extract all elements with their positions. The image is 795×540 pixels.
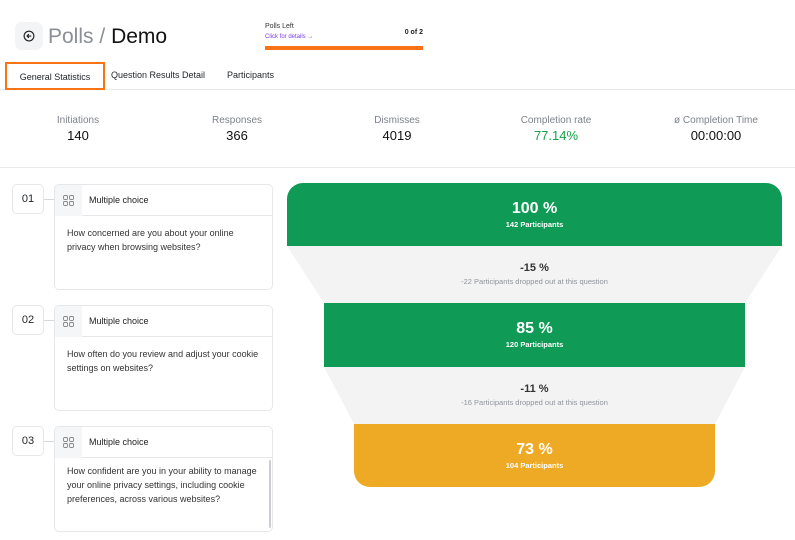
polls-left-count: 0 of 2 [404, 29, 423, 36]
question-header: Multiple choice [55, 306, 272, 337]
question-connector [44, 320, 54, 321]
question-card[interactable]: Multiple choice How confident are you in… [54, 426, 273, 532]
tab-general-statistics[interactable]: General Statistics [5, 62, 105, 90]
question-type: Multiple choice [89, 437, 149, 447]
stat-value: 140 [67, 128, 89, 143]
funnel-step-1: 100 % 142 Participants [287, 183, 782, 246]
stat-label: Completion rate [520, 115, 592, 126]
funnel-step-participants: 120 Participants [505, 340, 564, 349]
funnel-drop-text: -22 Participants dropped out at this que… [461, 277, 608, 286]
question-text: How often do you review and adjust your … [67, 349, 259, 373]
stat-value: 77.14% [533, 128, 579, 143]
funnel-drop-text: -16 Participants dropped out at this que… [461, 398, 608, 407]
back-button[interactable] [15, 22, 43, 50]
question-card[interactable]: Multiple choice How concerned are you ab… [54, 184, 273, 290]
funnel-step-percent: 100 % [511, 199, 558, 217]
grid-icon [55, 306, 82, 337]
stat-label: Responses [211, 115, 263, 126]
breadcrumb-polls[interactable]: Polls [48, 25, 94, 48]
funnel-drop-shape [287, 246, 782, 303]
funnel-step-3: 73 % 104 Participants [354, 424, 715, 487]
question-type: Multiple choice [89, 316, 149, 326]
breadcrumb-current: Demo [111, 25, 168, 48]
stats-row: Initiations 140 Responses 366 Dismisses … [0, 100, 795, 168]
funnel-step-participants: 142 Participants [505, 219, 564, 229]
tab-question-results-detail[interactable]: Question Results Detail [111, 62, 205, 90]
tab-participants[interactable]: Participants [227, 62, 274, 90]
question-text: How confident are you in your ability to… [67, 466, 257, 504]
arrow-left-circle-icon [23, 30, 35, 42]
stat-value: 366 [226, 128, 248, 143]
stat-completion-time: ø Completion Time 00:00:00 [636, 114, 795, 144]
funnel-drop-percent: -15 % [520, 262, 549, 274]
question-text: How concerned are you about your online … [67, 228, 234, 252]
breadcrumb-separator: / [99, 25, 106, 48]
stat-label: ø Completion Time [674, 115, 758, 126]
funnel-step-2: 85 % 120 Participants [324, 303, 745, 367]
stat-dismisses: Dismisses 4019 [317, 114, 477, 144]
question-header: Multiple choice [55, 427, 272, 458]
funnel-drop-2: -11 % -16 Participants dropped out at th… [324, 367, 745, 424]
question-number: 01 [12, 184, 44, 214]
tab-bar: General Statistics Question Results Deta… [0, 62, 795, 90]
stat-label: Dismisses [374, 115, 420, 126]
question-number: 03 [12, 426, 44, 456]
stat-value: 00:00:00 [690, 128, 742, 143]
grid-icon [55, 427, 82, 458]
polls-left-label: Polls Left [265, 23, 294, 30]
funnel-drop-1: -15 % -22 Participants dropped out at th… [287, 246, 782, 303]
funnel-drop-percent: -11 % [520, 383, 549, 395]
polls-left-progress-bar [265, 46, 423, 50]
stat-responses: Responses 366 [157, 114, 317, 144]
question-header: Multiple choice [55, 185, 272, 216]
stat-completion-rate: Completion rate 77.14% [476, 114, 636, 144]
funnel-step-participants: 104 Participants [505, 460, 564, 470]
stat-label: Initiations [56, 115, 100, 126]
funnel-drop-shape [324, 367, 745, 424]
question-card[interactable]: Multiple choice How often do you review … [54, 305, 273, 411]
question-type: Multiple choice [89, 195, 149, 205]
question-number: 02 [12, 305, 44, 335]
question-connector [44, 199, 54, 200]
page-title: Polls / Demo [48, 24, 167, 50]
stat-value: 4019 [382, 128, 412, 143]
funnel-step-percent: 73 % [516, 440, 553, 458]
question-scrollbar[interactable] [269, 460, 271, 528]
funnel-step-percent: 85 % [516, 320, 553, 337]
question-connector [44, 441, 54, 442]
polls-left-widget: Polls Left Click for details → 0 of 2 [265, 22, 423, 50]
polls-left-details-link[interactable]: Click for details → [265, 34, 313, 40]
grid-icon [55, 185, 82, 216]
stat-initiations: Initiations 140 [0, 114, 158, 144]
